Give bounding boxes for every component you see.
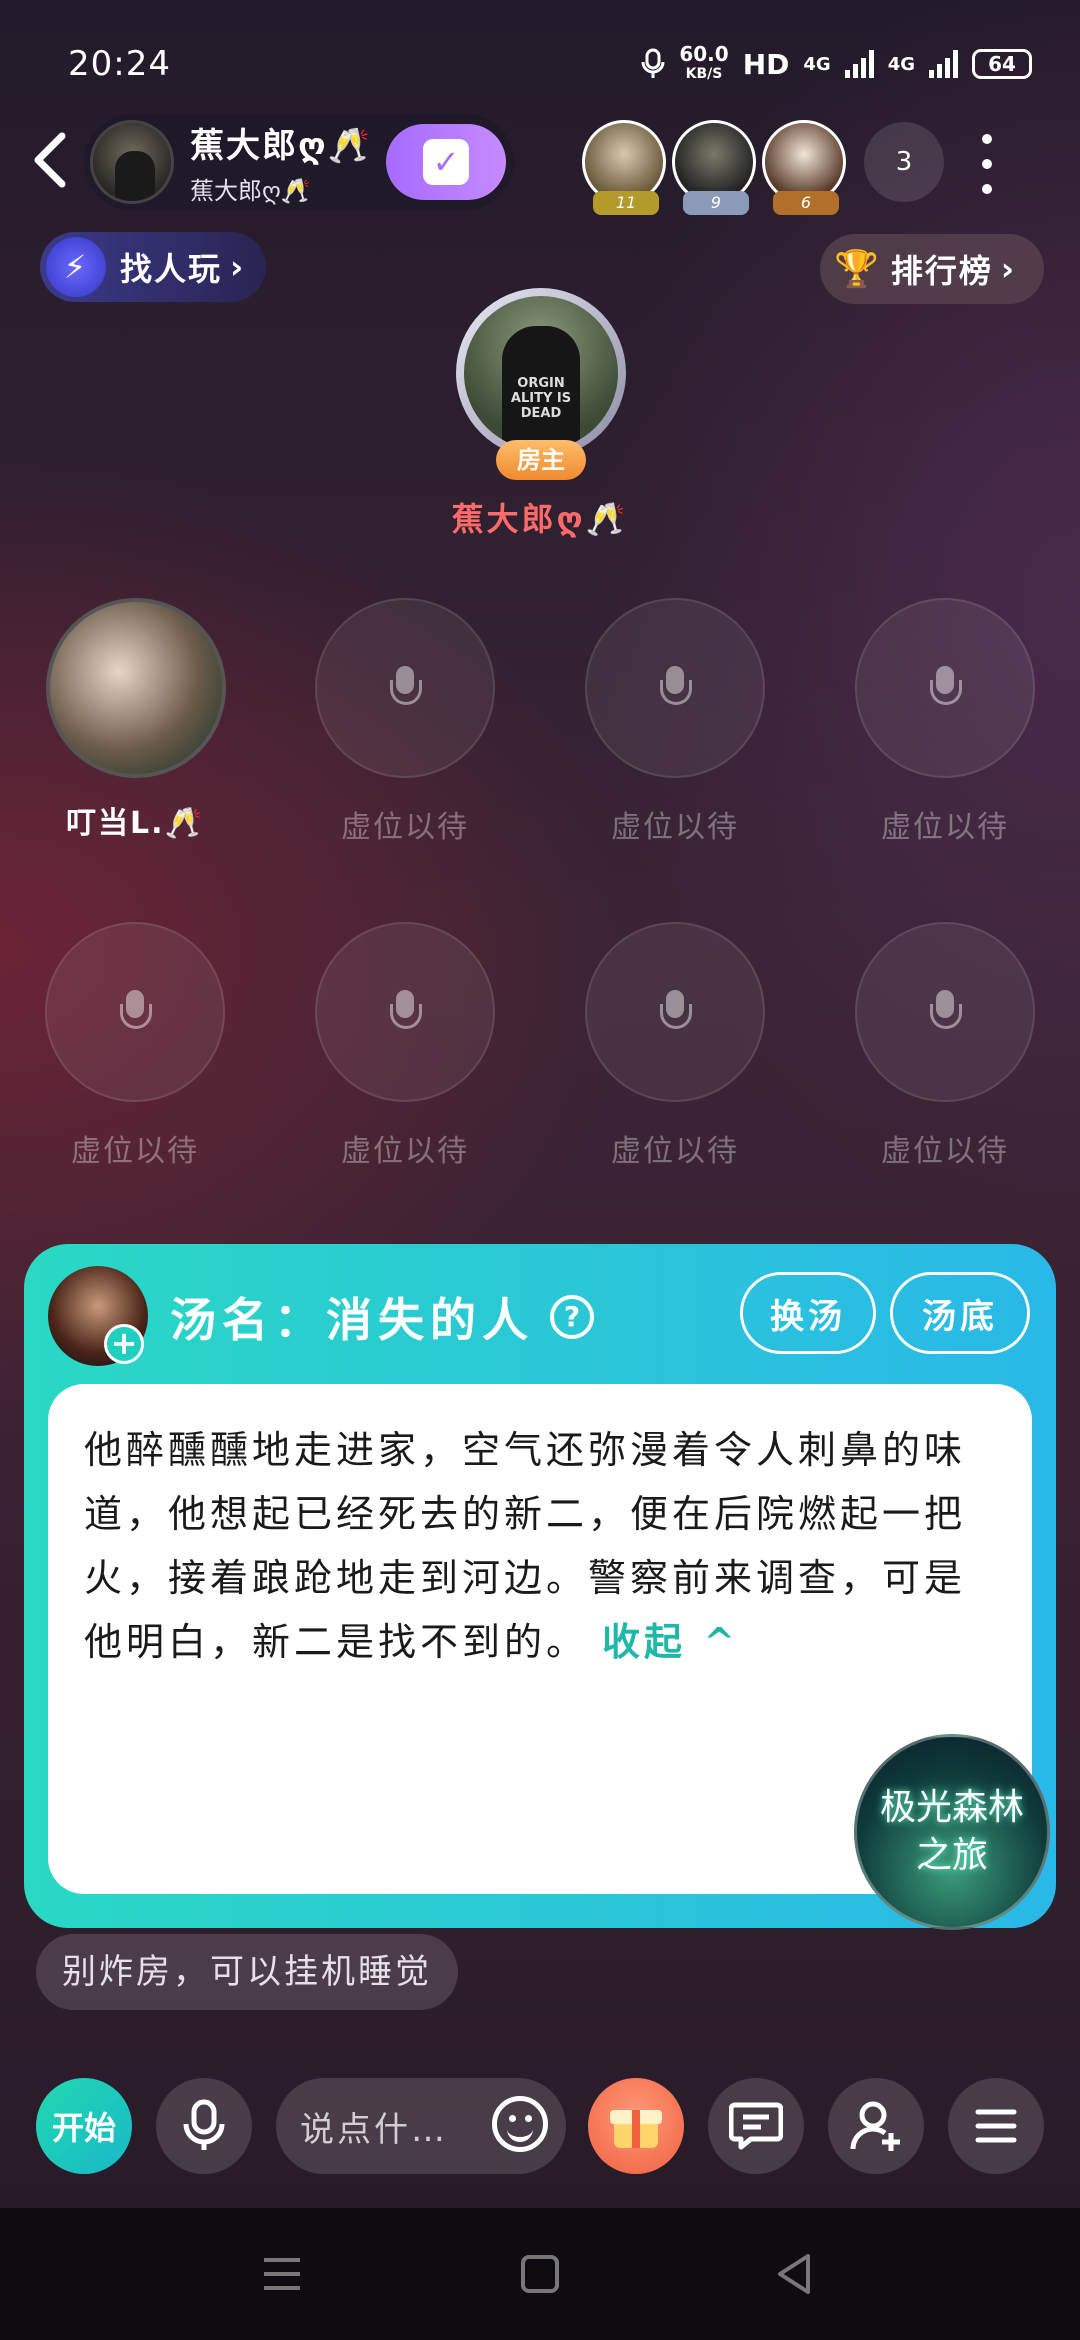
mic-icon xyxy=(118,990,152,1034)
host-avatar: ORGIN ALITY IS DEAD xyxy=(464,296,618,450)
network-4g-2: 4G xyxy=(887,53,915,75)
empty-seat-label: 虚位以待 xyxy=(341,1134,469,1169)
chevron-right-icon: › xyxy=(1000,250,1017,288)
mic-icon xyxy=(658,990,692,1034)
microphone-icon xyxy=(183,2099,225,2150)
empty-seat[interactable] xyxy=(315,922,495,1102)
signal-icon xyxy=(844,50,874,78)
back-button[interactable] xyxy=(26,130,76,190)
network-4g-1: 4G xyxy=(803,53,831,75)
lightning-icon: ⚡ xyxy=(46,237,106,297)
home-icon[interactable] xyxy=(520,2254,560,2294)
aurora-forest-badge[interactable]: 极光森林 之旅 xyxy=(854,1734,1050,1930)
trophy-icon: 🏆 xyxy=(834,249,881,290)
empty-seat[interactable] xyxy=(855,598,1035,778)
story-title: 汤名：消失的人 xyxy=(170,1293,534,1347)
empty-seat[interactable] xyxy=(855,922,1035,1102)
empty-seat[interactable] xyxy=(585,922,765,1102)
collapse-button[interactable]: 收起 ^ xyxy=(602,1619,739,1664)
online-count[interactable]: 3 xyxy=(864,122,944,202)
invite-user-button[interactable] xyxy=(828,2078,924,2174)
host-shirt-text: ORGIN ALITY IS DEAD xyxy=(510,376,572,421)
chevron-right-icon: › xyxy=(230,248,246,286)
mic-icon xyxy=(388,990,422,1034)
mic-icon xyxy=(658,666,692,710)
host-seat[interactable]: ORGIN ALITY IS DEAD 房主 xyxy=(436,280,646,480)
room-avatar xyxy=(90,120,174,204)
menu-button[interactable] xyxy=(948,2078,1044,2174)
host-name: 蕉大郎ღ🥂 xyxy=(451,500,629,538)
empty-seat-label: 虚位以待 xyxy=(71,1134,199,1169)
check-icon: ✓ xyxy=(423,139,469,185)
hamburger-menu-icon xyxy=(975,2109,1017,2143)
mic-icon xyxy=(928,666,962,710)
chat-input[interactable]: 说点什… xyxy=(276,2078,566,2174)
seat-occupied-name: 叮当L.🥂 xyxy=(66,806,204,841)
mic-icon xyxy=(928,990,962,1034)
top-user-avatar[interactable]: 9 xyxy=(672,120,756,215)
find-players-label: 找人玩 xyxy=(120,250,223,288)
chat-input-placeholder: 说点什… xyxy=(300,2109,448,2150)
story-card: + 汤名：消失的人 ? 换汤 汤底 他醉醺醺地走进家，空气还弥漫着令人刺鼻的味道… xyxy=(24,1244,1056,1930)
signal-icon-2 xyxy=(929,50,958,78)
chat-bubble-icon xyxy=(729,2102,783,2150)
user-level-badge: 11 xyxy=(593,191,659,215)
battery-icon: 64 xyxy=(972,49,1032,79)
net-speed: 60.0 KB/S xyxy=(679,42,729,82)
system-navigation-bar xyxy=(0,2208,1080,2340)
back-nav-icon[interactable] xyxy=(776,2252,812,2296)
help-icon[interactable]: ? xyxy=(550,1295,594,1339)
empty-seat[interactable] xyxy=(315,598,495,778)
hd-icon: HD xyxy=(742,47,790,81)
plus-icon[interactable]: + xyxy=(104,1324,144,1364)
find-players-button[interactable]: ⚡ 找人玩 › xyxy=(40,232,266,302)
start-button[interactable]: 开始 xyxy=(36,2078,132,2174)
add-user-icon xyxy=(850,2101,900,2151)
leaderboard-label: 排行榜 xyxy=(890,252,993,290)
story-text: 他醉醺醺地走进家，空气还弥漫着令人刺鼻的味道，他想起已经死去的新二，便在后院燃起… xyxy=(84,1428,967,1664)
recent-apps-icon[interactable] xyxy=(262,2256,302,2292)
messages-button[interactable] xyxy=(708,2078,804,2174)
room-subtitle: 蕉大郎ღ🥂 xyxy=(190,177,311,205)
host-badge: 房主 xyxy=(496,440,586,480)
mic-status-icon xyxy=(641,48,665,78)
mic-toggle-button[interactable] xyxy=(156,2078,252,2174)
user-level-badge: 6 xyxy=(773,191,839,215)
follow-button[interactable]: ✓ xyxy=(386,124,506,200)
empty-seat[interactable] xyxy=(585,598,765,778)
empty-seat-label: 虚位以待 xyxy=(881,1134,1009,1169)
status-time: 20:24 xyxy=(68,44,171,84)
empty-seat-label: 虚位以待 xyxy=(611,1134,739,1169)
empty-seat-label: 虚位以待 xyxy=(881,810,1009,845)
top-user-avatar[interactable]: 6 xyxy=(762,120,846,215)
emoji-icon[interactable] xyxy=(492,2096,548,2152)
user-level-badge: 9 xyxy=(683,191,749,215)
top-user-avatar[interactable]: 11 xyxy=(582,120,666,215)
leaderboard-button[interactable]: 🏆 排行榜 › xyxy=(820,234,1044,304)
more-options-button[interactable] xyxy=(972,134,1002,194)
empty-seat-label: 虚位以待 xyxy=(611,810,739,845)
gift-button[interactable] xyxy=(588,2078,684,2174)
mic-icon xyxy=(388,666,422,710)
room-name: 蕉大郎ღ🥂 xyxy=(190,126,373,166)
status-icons: 60.0 KB/S HD 4G 4G 64 xyxy=(641,44,1032,84)
room-info[interactable]: 蕉大郎ღ🥂 蕉大郎ღ🥂 ✓ xyxy=(84,114,514,210)
story-answer-button[interactable]: 汤底 xyxy=(890,1272,1030,1354)
room-tip: 别炸房，可以挂机睡觉 xyxy=(36,1934,458,2010)
empty-seat-label: 虚位以待 xyxy=(341,810,469,845)
story-title-row: 汤名：消失的人 ? xyxy=(170,1284,594,1350)
empty-seat[interactable] xyxy=(45,922,225,1102)
chevron-left-icon xyxy=(34,132,66,188)
seat-occupied-avatar[interactable] xyxy=(46,598,226,778)
top-users: 11 9 6 3 xyxy=(582,120,944,215)
host-avatar-frame: ORGIN ALITY IS DEAD xyxy=(456,288,626,458)
change-story-button[interactable]: 换汤 xyxy=(740,1272,876,1354)
gift-icon xyxy=(610,2104,662,2148)
